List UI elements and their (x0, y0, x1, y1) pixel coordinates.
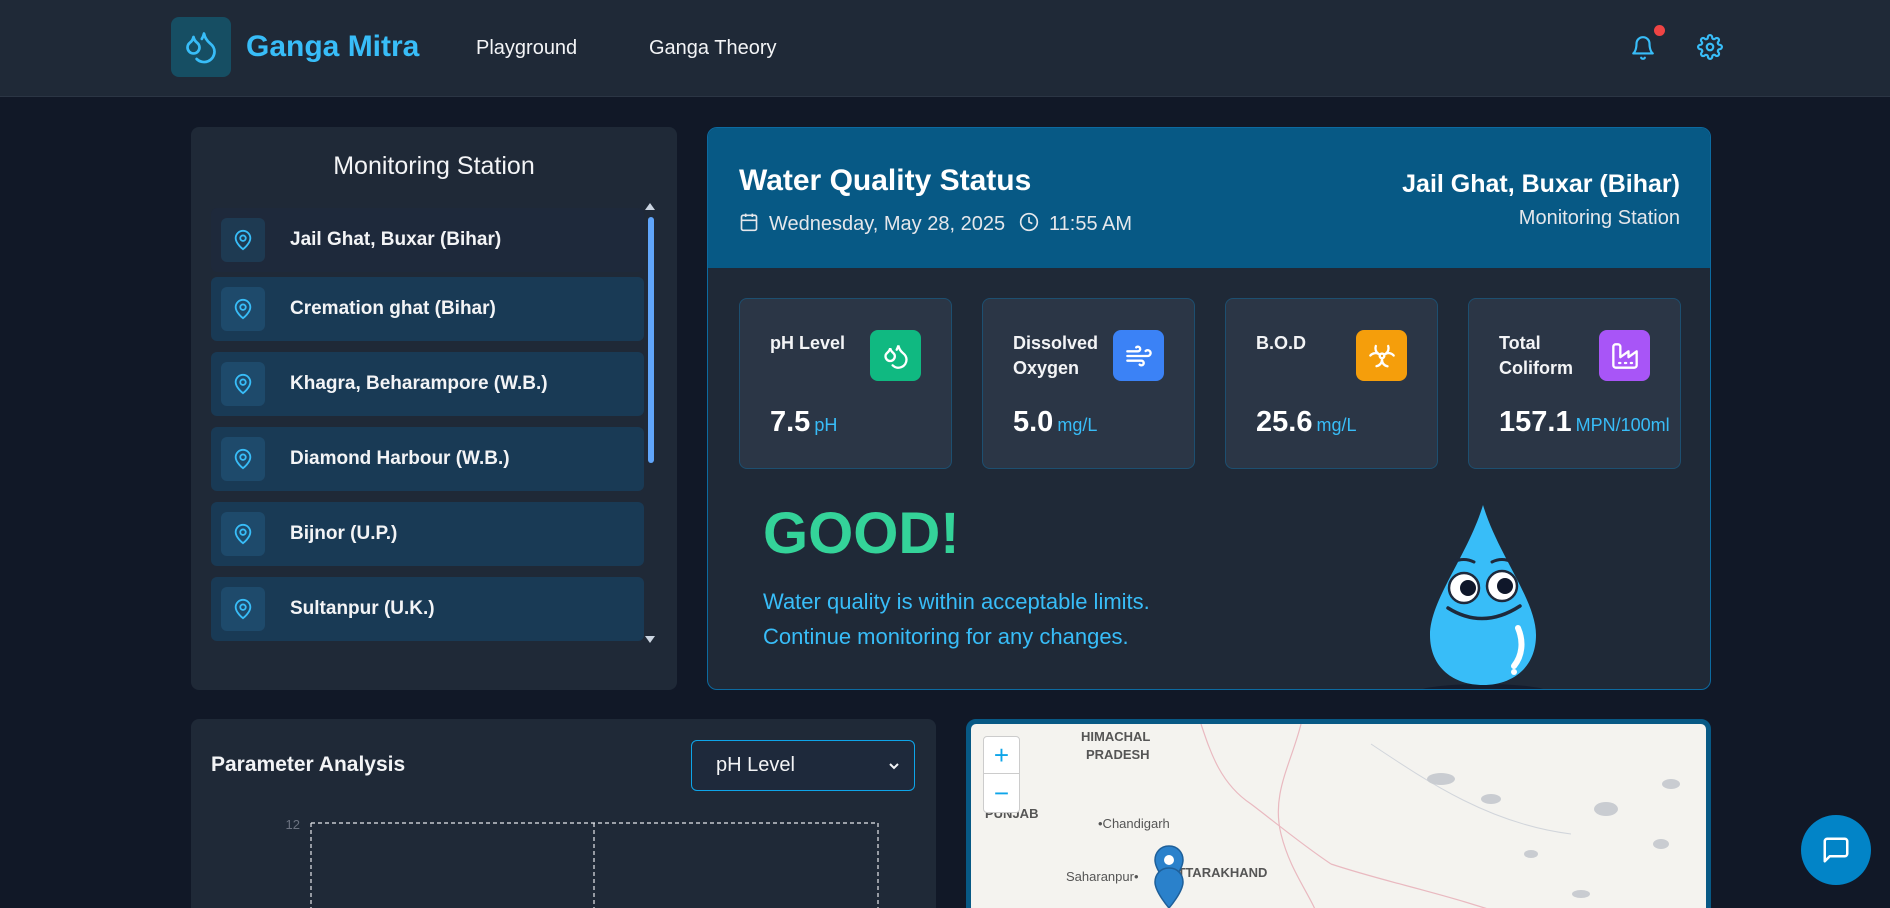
clock-icon (1019, 212, 1039, 232)
metric-label: B.O.D (1256, 333, 1307, 353)
station-label: Bijnor (U.P.) (290, 523, 398, 544)
chat-button[interactable] (1801, 815, 1871, 885)
notification-badge (1654, 25, 1665, 36)
station-label: Cremation ghat (Bihar) (290, 298, 496, 319)
status-time: 11:55 AM (1049, 213, 1133, 235)
scroll-up-arrow[interactable] (645, 203, 655, 210)
station-item-jail-ghat[interactable]: Jail Ghat, Buxar (Bihar) (211, 208, 644, 272)
metric-card-dissolved-oxygen: Dissolved Oxygen 5.0 mg/L (982, 298, 1195, 469)
wind-icon (1113, 330, 1164, 381)
station-label: Diamond Harbour (W.B.) (290, 448, 510, 469)
metric-value: 25.6 mg/L (1256, 406, 1357, 438)
metric-card-coliform: Total Coliform 157.1 MPN/100ml (1468, 298, 1681, 469)
quality-verdict: GOOD! (763, 501, 960, 566)
parameter-chart: 12 (280, 812, 880, 908)
metric-value: 157.1 MPN/100ml (1499, 406, 1670, 438)
calendar-icon (740, 213, 758, 232)
water-drop-mascot-icon (1422, 505, 1544, 689)
gear-icon[interactable] (1697, 34, 1723, 60)
logo-icon[interactable] (171, 17, 231, 77)
scroll-down-arrow[interactable] (645, 636, 655, 643)
metric-label: pH Level (770, 333, 846, 353)
nav-ganga-theory[interactable]: Ganga Theory (649, 37, 777, 60)
factory-icon (1599, 330, 1650, 381)
biohazard-icon (1356, 330, 1407, 381)
station-map[interactable]: HIMACHAL PRADESH PUNJAB •Chandigarh Saha… (966, 719, 1711, 908)
y-tick-label: 12 (286, 817, 300, 832)
map-label-pradesh: PRADESH (1086, 747, 1150, 762)
map-marker-icon[interactable] (1152, 844, 1186, 908)
analysis-title: Parameter Analysis (211, 753, 406, 776)
parameter-select-value: pH Level (716, 754, 795, 776)
nav-playground[interactable]: Playground (476, 37, 577, 60)
parameter-select[interactable]: pH Level (691, 740, 915, 791)
station-item-bijnor[interactable]: Bijnor (U.P.) (211, 502, 644, 566)
map-label-saharanpur: Saharanpur• (1066, 869, 1139, 884)
station-item-khagra[interactable]: Khagra, Beharampore (W.B.) (211, 352, 644, 416)
station-item-diamond-harbour[interactable]: Diamond Harbour (W.B.) (211, 427, 644, 491)
metric-label: Dissolved Oxygen (1013, 333, 1099, 378)
station-item-sultanpur[interactable]: Sultanpur (U.K.) (211, 577, 644, 641)
chevron-down-icon (889, 763, 899, 770)
map-pin-icon (221, 218, 265, 262)
station-label: Khagra, Beharampore (W.B.) (290, 373, 548, 394)
map-label-chandigarh: •Chandigarh (1098, 816, 1170, 831)
scrollbar-thumb[interactable] (648, 217, 654, 463)
zoom-in-button[interactable]: + (984, 737, 1019, 774)
quality-message: Water quality is within acceptable limit… (763, 589, 1150, 649)
map-pin-icon (221, 512, 265, 556)
chat-bubble-icon (1823, 837, 1849, 863)
station-item-cremation-ghat[interactable]: Cremation ghat (Bihar) (211, 277, 644, 341)
chart-svg: 12 (286, 817, 879, 908)
station-label: Jail Ghat, Buxar (Bihar) (290, 229, 502, 250)
status-date: Wednesday, May 28, 2025 (769, 213, 1006, 235)
brand-name[interactable]: Ganga Mitra (246, 30, 419, 64)
metric-value: 5.0 mg/L (1013, 406, 1098, 438)
map-zoom-control: + − (983, 736, 1020, 813)
station-panel-title: Monitoring Station (333, 152, 535, 180)
bell-icon[interactable] (1630, 34, 1656, 62)
status-station-name: Jail Ghat, Buxar (Bihar) (1402, 170, 1680, 198)
map-pin-icon (221, 362, 265, 406)
zoom-out-button[interactable]: − (984, 775, 1019, 812)
map-label-himachal: HIMACHAL (1081, 729, 1151, 744)
status-station-sub: Monitoring Station (1518, 207, 1680, 229)
water-drops-icon (870, 330, 921, 381)
map-pin-icon (221, 587, 265, 631)
map-pin-icon (221, 287, 265, 331)
metric-label: Total Coliform (1499, 333, 1573, 378)
status-title: Water Quality Status (739, 164, 1032, 197)
water-quality-panel: Water Quality Status Wednesday, May 28, … (707, 127, 1711, 690)
metric-card-ph: pH Level 7.5 pH (739, 298, 952, 469)
metric-card-bod: B.O.D 25.6 mg/L (1225, 298, 1438, 469)
status-header: Water Quality Status Wednesday, May 28, … (708, 128, 1710, 268)
map-pin-icon (221, 437, 265, 481)
metric-value: 7.5 pH (770, 406, 838, 438)
station-label: Sultanpur (U.K.) (290, 598, 435, 619)
